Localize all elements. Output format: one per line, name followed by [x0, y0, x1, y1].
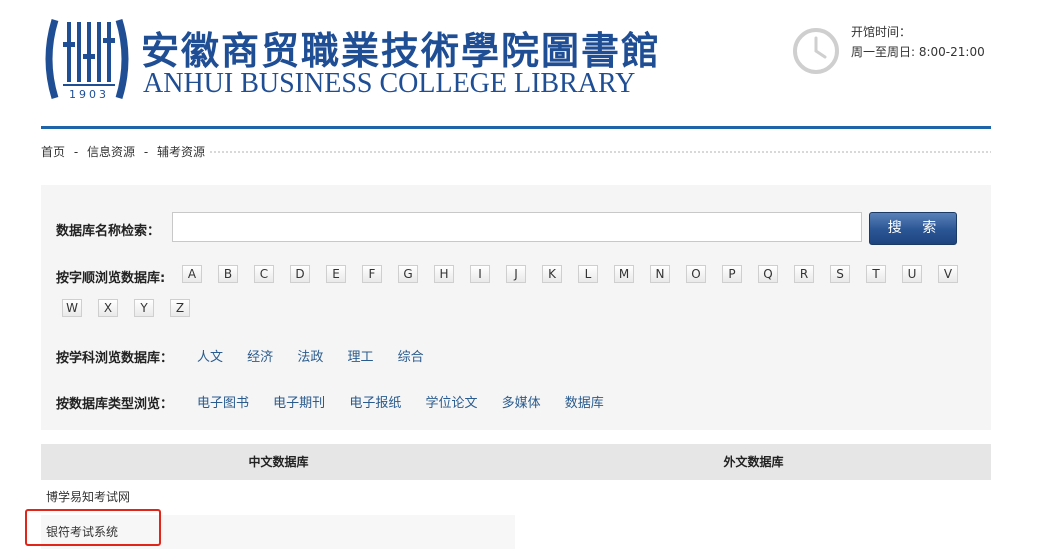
clock-icon	[793, 28, 839, 74]
letter-p[interactable]: P	[722, 265, 742, 283]
hours-value: 周一至周日: 8:00-21:00	[851, 45, 985, 59]
letter-n[interactable]: N	[650, 265, 670, 283]
letter-d[interactable]: D	[290, 265, 310, 283]
header-divider	[41, 126, 991, 129]
letter-k[interactable]: K	[542, 265, 562, 283]
letter-a[interactable]: A	[182, 265, 202, 283]
type-browse-label: 按数据库类型浏览：	[56, 397, 174, 412]
type-multimedia-link[interactable]: 多媒体	[502, 396, 541, 411]
database-table-header: 中文数据库 外文数据库	[41, 444, 991, 480]
database-search-input[interactable]	[172, 212, 862, 242]
subject-link-list: 人文 经济 法政 理工 综合	[197, 346, 444, 365]
letter-c[interactable]: C	[254, 265, 274, 283]
type-ejournals-link[interactable]: 电子期刊	[273, 396, 325, 411]
alphabet-browse-label: 按字顺浏览数据库:	[56, 271, 166, 286]
letter-u[interactable]: U	[902, 265, 922, 283]
letter-f[interactable]: F	[362, 265, 382, 283]
site-header: 1903 安徽商贸職業技術學院圖書館 ANHUI BUSINESS COLLEG…	[41, 10, 991, 120]
breadcrumb-separator: -	[73, 145, 79, 159]
letter-y[interactable]: Y	[134, 299, 154, 317]
breadcrumb-exam-resources[interactable]: 辅考资源	[157, 145, 205, 159]
hours-label: 开馆时间：	[851, 25, 912, 39]
type-enewspapers-link[interactable]: 电子报纸	[349, 396, 401, 411]
type-dissertations-link[interactable]: 学位论文	[425, 396, 477, 411]
breadcrumb-information-resources[interactable]: 信息资源	[87, 145, 135, 159]
letter-g[interactable]: G	[398, 265, 418, 283]
letter-v[interactable]: V	[938, 265, 958, 283]
letter-r[interactable]: R	[794, 265, 814, 283]
database-search-panel: 数据库名称检索： 搜 索 按字顺浏览数据库: A B C D E F G H I…	[41, 185, 991, 430]
letter-l[interactable]: L	[578, 265, 598, 283]
library-name-cn: 安徽商贸職業技術學院圖書館	[141, 28, 662, 73]
subject-humanities-link[interactable]: 人文	[197, 350, 223, 365]
letter-i[interactable]: I	[470, 265, 490, 283]
search-label: 数据库名称检索：	[56, 224, 161, 239]
letter-m[interactable]: M	[614, 265, 634, 283]
breadcrumb-separator: -	[143, 145, 149, 159]
type-ebooks-link[interactable]: 电子图书	[197, 396, 249, 411]
library-name-en: ANHUI BUSINESS COLLEGE LIBRARY	[143, 68, 636, 99]
subject-economics-link[interactable]: 经济	[247, 350, 273, 365]
letter-h[interactable]: H	[434, 265, 454, 283]
breadcrumb: 首页 - 信息资源 - 辅考资源	[41, 143, 991, 161]
letter-b[interactable]: B	[218, 265, 238, 283]
breadcrumb-dotted-line	[209, 150, 991, 155]
college-logo-icon: 1903	[45, 18, 129, 101]
letter-x[interactable]: X	[98, 299, 118, 317]
letter-o[interactable]: O	[686, 265, 706, 283]
chinese-databases-header: 中文数据库	[248, 455, 309, 469]
type-link-list: 电子图书 电子期刊 电子报纸 学位论文 多媒体 数据库	[197, 392, 624, 411]
subject-general-link[interactable]: 综合	[398, 350, 424, 365]
breadcrumb-home[interactable]: 首页	[41, 145, 65, 159]
highlight-box	[25, 509, 161, 546]
database-name: 博学易知考试网	[46, 490, 131, 504]
subject-browse-label: 按学科浏览数据库：	[56, 351, 174, 366]
letter-z[interactable]: Z	[170, 299, 190, 317]
subject-law-politics-link[interactable]: 法政	[297, 350, 323, 365]
foreign-databases-header: 外文数据库	[723, 455, 784, 469]
svg-text:1903: 1903	[69, 88, 109, 101]
letter-w[interactable]: W	[62, 299, 82, 317]
letter-s[interactable]: S	[830, 265, 850, 283]
letter-t[interactable]: T	[866, 265, 886, 283]
letter-j[interactable]: J	[506, 265, 526, 283]
letter-q[interactable]: Q	[758, 265, 778, 283]
letter-e[interactable]: E	[326, 265, 346, 283]
subject-science-engineering-link[interactable]: 理工	[347, 350, 373, 365]
opening-hours: 开馆时间： 周一至周日: 8:00-21:00	[851, 22, 985, 62]
search-button[interactable]: 搜 索	[869, 212, 957, 245]
type-database-link[interactable]: 数据库	[565, 396, 604, 411]
